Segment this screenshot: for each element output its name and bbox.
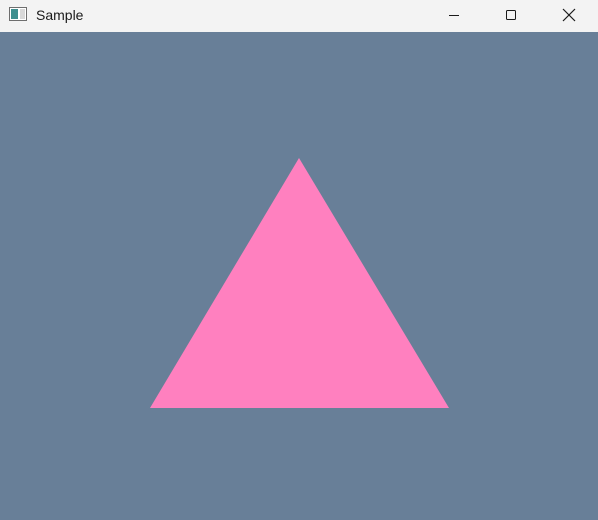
render-canvas[interactable] [0, 32, 598, 520]
minimize-icon [448, 9, 460, 21]
app-window: Sample [0, 0, 598, 520]
close-icon [562, 8, 576, 22]
close-button[interactable] [546, 0, 592, 30]
window-app-icon [9, 7, 27, 21]
maximize-button[interactable] [488, 0, 534, 30]
window-title: Sample [36, 7, 84, 23]
maximize-icon [505, 9, 517, 21]
title-bar[interactable]: Sample [0, 0, 598, 32]
minimize-button[interactable] [431, 0, 477, 30]
